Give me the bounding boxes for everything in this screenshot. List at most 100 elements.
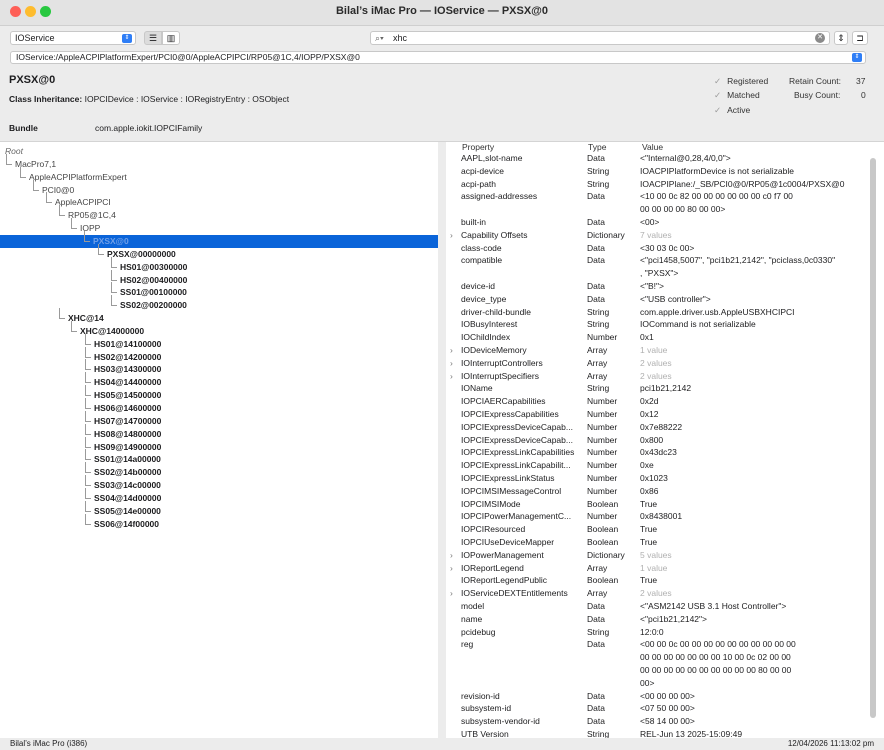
property-row[interactable]: class-code Data <30 03 0c 00> <box>446 242 876 255</box>
tree-node[interactable]: Root <box>5 145 23 158</box>
property-row[interactable]: IOPCIExpressLinkStatus Number 0x1023 <box>446 472 876 485</box>
property-row[interactable]: reg Data <00 00 0c 00 00 00 00 00 00 00 00… <box>446 638 876 689</box>
plane-popup[interactable]: IOService ⇕ <box>10 31 136 45</box>
property-row[interactable]: › IOInterruptSpecifiers Array 2 values <box>446 370 876 383</box>
registry-tree[interactable]: Root MacPro7,1 AppleACPIPlatformExpert PCI0… <box>0 142 438 738</box>
property-row[interactable]: › IOServiceDEXTEntitlements Array 2 values <box>446 587 876 600</box>
property-row[interactable]: model Data <"ASM2142 USB 3.1 Host Controll… <box>446 600 876 613</box>
property-name: UTB Version <box>461 729 509 738</box>
tree-node[interactable]: SS04@14d00000 <box>94 492 161 505</box>
property-row[interactable]: compatible Data <"pci1458,5007", "pci1b21,… <box>446 254 876 280</box>
property-value: <00 00 0c 00 00 00 00 00 00 00 00 00 00 <box>640 639 796 650</box>
list-view-button[interactable]: ☰ <box>144 31 162 45</box>
property-row[interactable]: device_type Data <"USB controller"> <box>446 293 876 306</box>
property-row[interactable]: IOPCIExpressLinkCapabilit... Number 0xe <box>446 459 876 472</box>
search-options-button[interactable]: ⇕ <box>834 31 848 45</box>
type-column-header[interactable]: Type <box>588 142 606 152</box>
property-row[interactable]: › IODeviceMemory Array 1 value <box>446 344 876 357</box>
property-column-header[interactable]: Property <box>462 142 494 152</box>
property-value: 0x1023 <box>640 473 668 483</box>
tree-node[interactable]: XHC@14000000 <box>80 325 144 338</box>
tree-node[interactable]: HS01@14100000 <box>94 338 161 351</box>
tree-node[interactable]: SS02@14b00000 <box>94 466 161 479</box>
path-field[interactable]: IOService:/AppleACPIPlatformExpert/PCI0@… <box>10 51 866 64</box>
property-type: Number <box>587 409 618 419</box>
disclosure-chevron-icon[interactable]: › <box>450 587 453 600</box>
tree-node[interactable]: HS06@14600000 <box>94 402 161 415</box>
disclosure-chevron-icon[interactable]: › <box>450 562 453 575</box>
tree-node[interactable]: MacPro7,1 <box>15 158 56 171</box>
property-row[interactable]: IOPCIResourced Boolean True <box>446 523 876 536</box>
clear-search-icon[interactable]: ✕ <box>815 33 825 43</box>
inspector-toggle-button[interactable]: ⊐ <box>852 31 868 45</box>
column-view-button[interactable]: ▥ <box>162 31 180 45</box>
disclosure-chevron-icon[interactable]: › <box>450 229 453 242</box>
tree-node[interactable]: SS05@14e00000 <box>94 505 161 518</box>
tree-node[interactable]: HS01@00300000 <box>120 261 187 274</box>
search-input[interactable]: xhc <box>393 32 407 44</box>
property-row[interactable]: device-id Data <"B!"> <box>446 280 876 293</box>
tree-node[interactable]: SS03@14c00000 <box>94 479 161 492</box>
search-field[interactable]: ⌕▾ xhc ✕ <box>370 31 830 45</box>
property-row[interactable]: IOPCIUseDeviceMapper Boolean True <box>446 536 876 549</box>
properties-scrollbar[interactable] <box>870 158 876 718</box>
property-name: IOServiceDEXTEntitlements <box>461 588 568 599</box>
property-value: 0xe <box>640 460 654 471</box>
property-row[interactable]: IOPCIExpressCapabilities Number 0x12 <box>446 408 876 421</box>
tree-node[interactable]: XHC@14 <box>68 312 104 325</box>
property-row[interactable]: IOPCIExpressDeviceCapab... Number 0x7e8822… <box>446 421 876 434</box>
property-row[interactable]: assigned-addresses Data <10 00 0c 82 00 00… <box>446 190 876 216</box>
property-row[interactable]: IOBusyInterest String IOCommand is not ser… <box>446 318 876 331</box>
tree-node[interactable]: SS01@00100000 <box>120 286 187 299</box>
property-row[interactable]: acpi-device String IOACPIPlatformDevice is… <box>446 165 876 178</box>
property-row[interactable]: IOPCIExpressDeviceCapab... Number 0x800 <box>446 434 876 447</box>
property-value: 12:0:0 <box>640 626 664 637</box>
property-row[interactable]: IOPCIMSIMessageControl Number 0x86 <box>446 485 876 498</box>
tree-node[interactable]: AppleACPIPCI <box>55 196 111 209</box>
property-row[interactable]: › IOInterruptControllers Array 2 values <box>446 357 876 370</box>
property-row[interactable]: AAPL,slot-name Data <"Internal@0,28,4/0,0"… <box>446 152 876 165</box>
value-column-header[interactable]: Value <box>642 142 663 152</box>
property-row[interactable]: IOPCIMSIMode Boolean True <box>446 498 876 511</box>
window: Bilal’s iMac Pro — IOService — PXSX@0 IO… <box>0 0 884 750</box>
property-row[interactable]: › IOPowerManagement Dictionary 5 values <box>446 549 876 562</box>
tree-node[interactable]: HS08@14800000 <box>94 428 161 441</box>
disclosure-chevron-icon[interactable]: › <box>450 370 453 383</box>
property-row[interactable]: IOPCIPowerManagementC... Number 0x8438001 <box>446 510 876 523</box>
disclosure-chevron-icon[interactable]: › <box>450 357 453 370</box>
property-row[interactable]: driver-child-bundle String com.apple.drive… <box>446 306 876 319</box>
disclosure-chevron-icon[interactable]: › <box>450 549 453 562</box>
tree-node[interactable]: HS02@14200000 <box>94 351 161 364</box>
property-row[interactable]: IOPCIExpressLinkCapabilities Number 0x43dc… <box>446 446 876 459</box>
property-row[interactable]: IOReportLegendPublic Boolean True <box>446 574 876 587</box>
tree-node[interactable]: HS05@14500000 <box>94 389 161 402</box>
property-row[interactable]: subsystem-id Data <07 50 00 00> <box>446 702 876 715</box>
property-row[interactable]: › IOReportLegend Array 1 value <box>446 562 876 575</box>
tree-node[interactable]: HS09@14900000 <box>94 441 161 454</box>
tree-node[interactable]: SS06@14f00000 <box>94 518 159 531</box>
property-row[interactable]: UTB Version String REL-Jun 13 2025-15:09:4… <box>446 728 876 738</box>
property-row[interactable]: IOChildIndex Number 0x1 <box>446 331 876 344</box>
property-row[interactable]: › Capability Offsets Dictionary 7 values <box>446 229 876 242</box>
tree-node[interactable]: HS03@14300000 <box>94 363 161 376</box>
property-row[interactable]: built-in Data <00> <box>446 216 876 229</box>
property-row[interactable]: pcidebug String 12:0:0 <box>446 626 876 639</box>
tree-node[interactable]: HS04@14400000 <box>94 376 161 389</box>
property-row[interactable]: subsystem-vendor-id Data <58 14 00 00> <box>446 715 876 728</box>
split-divider[interactable] <box>438 142 446 738</box>
matched-label: Matched <box>727 90 760 100</box>
property-row[interactable]: IOName String pci1b21,2142 <box>446 382 876 395</box>
tree-node[interactable]: RP05@1C,4 <box>68 209 116 222</box>
tree-node[interactable]: HS07@14700000 <box>94 415 161 428</box>
property-row[interactable]: acpi-path String IOACPIPlane:/_SB/PCI0@0/R… <box>446 178 876 191</box>
property-row[interactable]: revision-id Data <00 00 00 00> <box>446 690 876 703</box>
tree-node[interactable]: PXSX@00000000 <box>107 248 176 261</box>
property-row[interactable]: name Data <"pci1b21,2142"> <box>446 613 876 626</box>
property-row[interactable]: IOPCIAERCapabilities Number 0x2d <box>446 395 876 408</box>
tree-node[interactable]: SS01@14a00000 <box>94 453 161 466</box>
properties-table[interactable]: Property Type Value AAPL,slot-name Data <"… <box>446 142 884 738</box>
tree-node[interactable]: AppleACPIPlatformExpert <box>29 171 127 184</box>
disclosure-chevron-icon[interactable]: › <box>450 344 453 357</box>
tree-node[interactable]: HS02@00400000 <box>120 274 187 287</box>
tree-node[interactable]: SS02@00200000 <box>120 299 187 312</box>
